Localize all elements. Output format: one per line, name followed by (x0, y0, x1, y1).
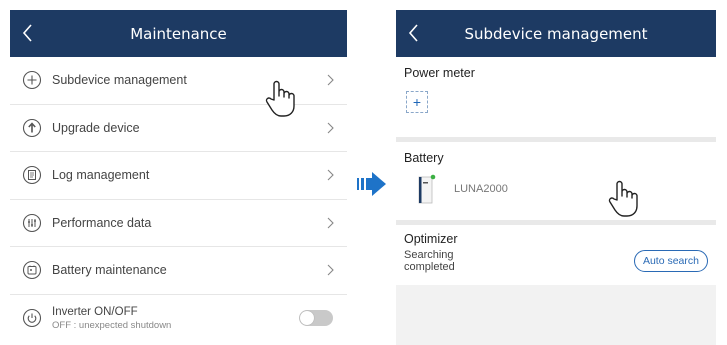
optimizer-title: Optimizer (404, 232, 458, 246)
hand-pointer-cursor-icon (265, 80, 295, 117)
optimizer-section: Optimizer Searching completed Auto searc… (396, 225, 716, 285)
battery-device-icon (418, 174, 436, 204)
page-title: Maintenance (130, 24, 227, 43)
menu-item-label: Log management (52, 168, 150, 183)
log-document-icon (22, 166, 42, 185)
upgrade-arrow-icon (22, 118, 42, 137)
power-meter-title: Power meter (404, 66, 475, 80)
menu-item-label: Performance data (52, 215, 152, 230)
battery-maintenance-icon (22, 261, 42, 280)
menu-item-performance-data[interactable]: Performance data (10, 199, 347, 247)
chevron-right-icon (327, 169, 334, 181)
performance-sliders-icon (22, 213, 42, 232)
hand-pointer-cursor-icon (608, 180, 638, 217)
battery-section: Battery LUNA2000 (396, 142, 716, 220)
subdevice-titlebar: Subdevice management (396, 10, 716, 57)
subdevice-management-screen: Subdevice management Power meter + Batte… (396, 10, 716, 345)
menu-item-label: Upgrade device (52, 120, 140, 135)
power-icon (22, 309, 42, 328)
chevron-right-icon (327, 217, 334, 229)
menu-item-battery-maintenance[interactable]: Battery maintenance (10, 247, 347, 295)
menu-item-label: Battery maintenance (52, 263, 167, 278)
chevron-right-icon (327, 74, 334, 86)
optimizer-row: Searching completed Auto search (404, 249, 708, 273)
chevron-right-icon (327, 122, 334, 134)
auto-search-button[interactable]: Auto search (633, 250, 708, 272)
optimizer-status-text: Searching completed (404, 249, 455, 273)
maintenance-screen: Maintenance Subdevice management Upgrade… (10, 10, 347, 345)
power-meter-section: Power meter + (396, 57, 716, 137)
menu-item-log-management[interactable]: Log management (10, 152, 347, 200)
inverter-status-sublabel: OFF : unexpected shutdown (52, 319, 172, 331)
inverter-toggle-switch[interactable] (299, 310, 333, 327)
add-power-meter-button[interactable]: + (406, 91, 428, 113)
transition-arrow-icon (357, 172, 386, 196)
page-title: Subdevice management (464, 24, 648, 43)
battery-device-name: LUNA2000 (454, 183, 508, 195)
battery-device-row[interactable]: LUNA2000 (404, 174, 708, 204)
battery-title: Battery (404, 151, 444, 165)
back-arrow-icon[interactable] (18, 19, 38, 47)
maintenance-titlebar: Maintenance (10, 10, 347, 57)
inverter-label: Inverter ON/OFF (52, 305, 138, 318)
back-arrow-icon[interactable] (404, 19, 424, 47)
inverter-text-group: Inverter ON/OFF OFF : unexpected shutdow… (52, 306, 299, 331)
menu-item-inverter-on-off: Inverter ON/OFF OFF : unexpected shutdow… (10, 294, 347, 342)
chevron-right-icon (327, 264, 334, 276)
plus-circle-icon (22, 71, 42, 90)
